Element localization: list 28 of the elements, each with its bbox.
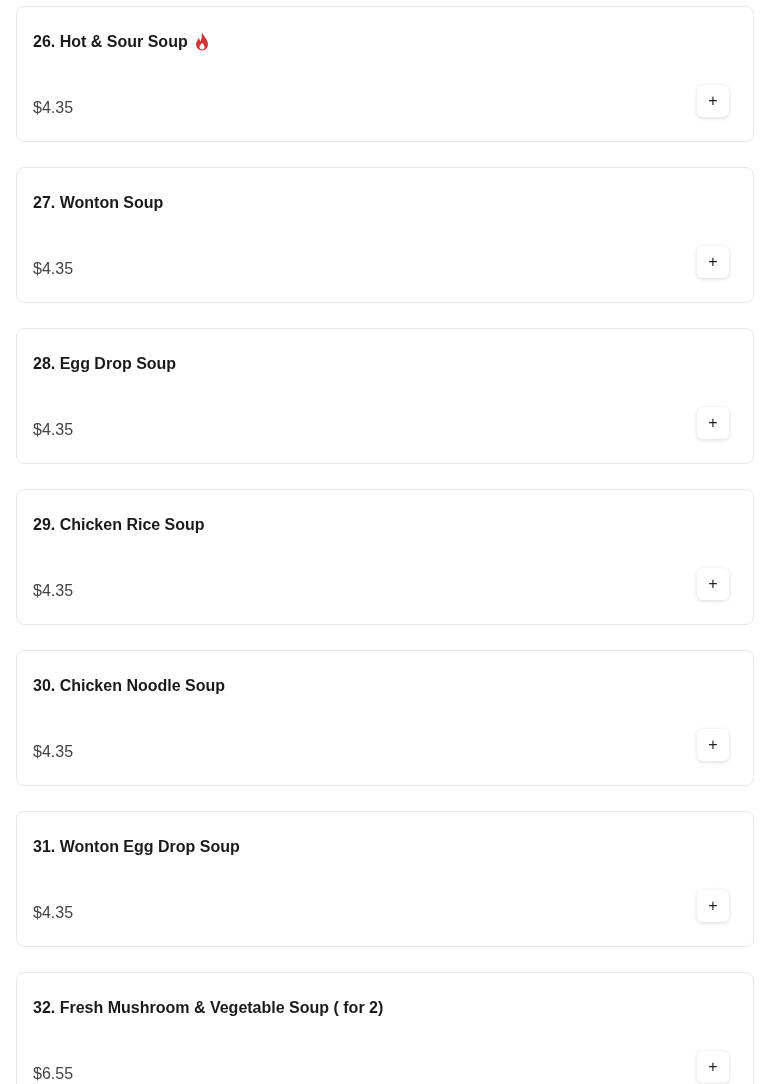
item-price: $6.55 — [33, 1064, 74, 1084]
item-price: $4.35 — [33, 98, 74, 118]
item-price: $4.35 — [33, 581, 74, 601]
add-button[interactable]: + — [697, 729, 729, 761]
add-button[interactable]: + — [697, 246, 729, 278]
item-name: 27. Wonton Soup — [33, 193, 164, 213]
item-price: $4.35 — [33, 903, 74, 923]
item-name: 28. Egg Drop Soup — [33, 354, 177, 374]
add-button[interactable]: + — [697, 568, 729, 600]
menu-item-card[interactable]: 26. Hot & Sour Soup $4.35 + — [16, 6, 754, 142]
add-button[interactable]: + — [697, 890, 729, 922]
item-name: 29. Chicken Rice Soup — [33, 515, 205, 535]
item-name: 32. Fresh Mushroom & Vegetable Soup ( for 2) — [33, 998, 384, 1018]
item-price: $4.35 — [33, 742, 74, 762]
item-name: 31. Wonton Egg Drop Soup — [33, 837, 240, 857]
add-button[interactable]: + — [697, 1051, 729, 1083]
menu-item-card[interactable]: 27. Wonton Soup $4.35 + — [16, 167, 754, 303]
menu-item-card[interactable]: 30. Chicken Noodle Soup $4.35 + — [16, 650, 754, 786]
menu-item-card[interactable]: 31. Wonton Egg Drop Soup $4.35 + — [16, 811, 754, 947]
menu-item-card[interactable]: 28. Egg Drop Soup $4.35 + — [16, 328, 754, 464]
item-name: 30. Chicken Noodle Soup — [33, 676, 226, 696]
add-button[interactable]: + — [697, 407, 729, 439]
add-button[interactable]: + — [697, 85, 729, 117]
item-name: 26. Hot & Sour Soup — [33, 32, 188, 52]
menu-item-card[interactable]: 32. Fresh Mushroom & Vegetable Soup ( for 2) $6.55 + — [16, 972, 754, 1084]
menu-item-card[interactable]: 29. Chicken Rice Soup $4.35 + — [16, 489, 754, 625]
item-price: $4.35 — [33, 420, 74, 440]
item-price: $4.35 — [33, 259, 74, 279]
